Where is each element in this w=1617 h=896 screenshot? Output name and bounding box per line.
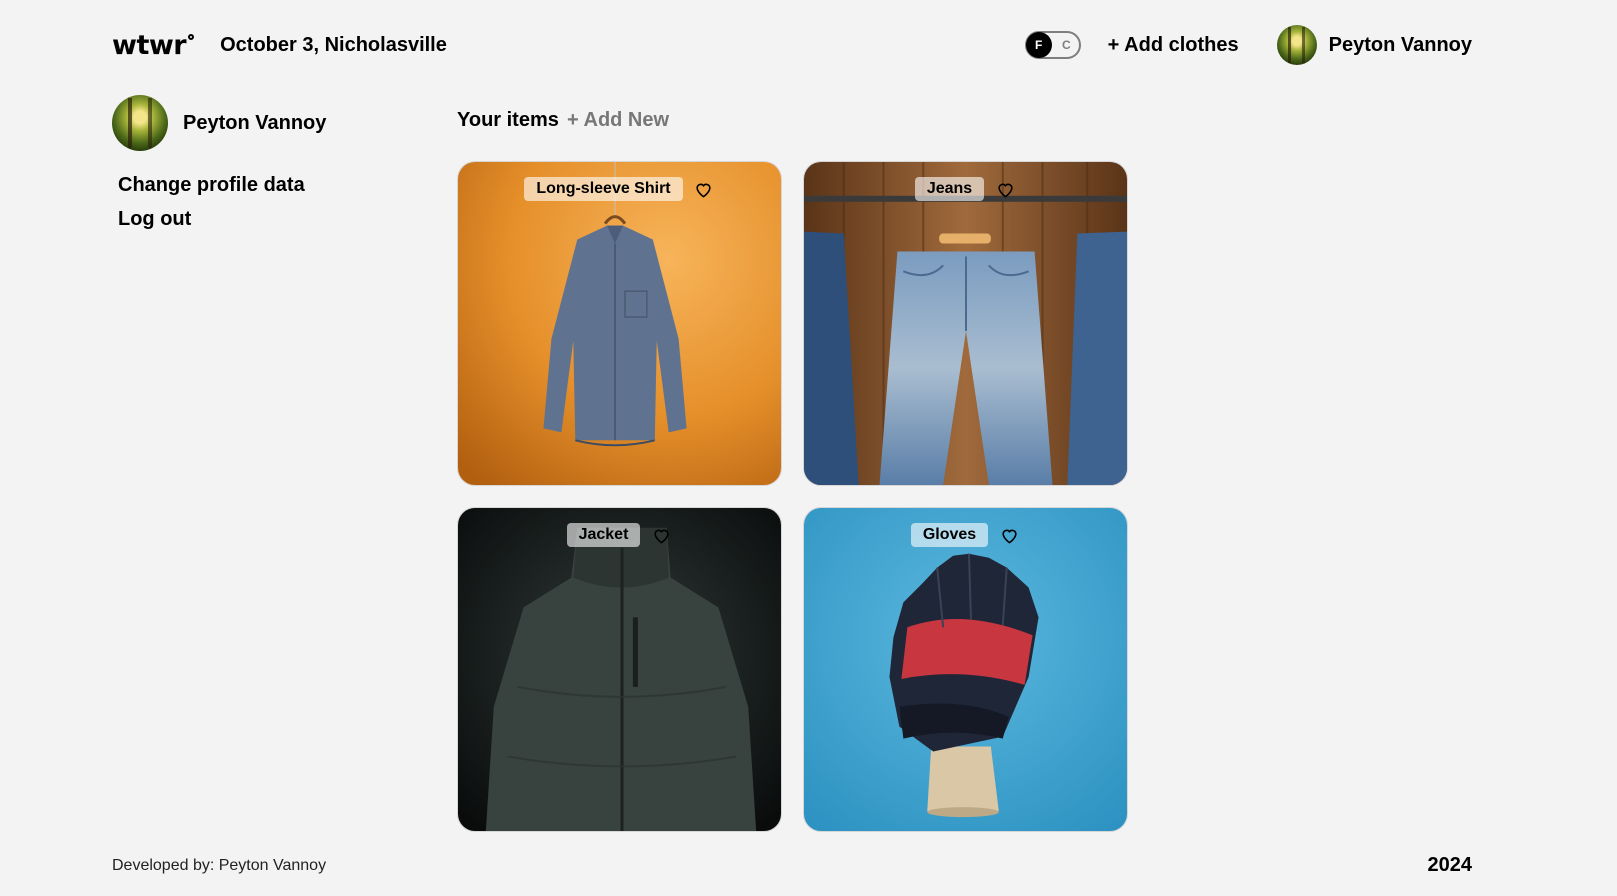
log-out-button[interactable]: Log out — [118, 209, 432, 229]
header-username: Peyton Vannoy — [1328, 33, 1472, 56]
logo-degree-icon — [188, 33, 195, 40]
item-card[interactable]: Long-sleeve Shirt — [457, 161, 782, 486]
item-card[interactable]: Jacket — [457, 507, 782, 832]
items-grid: Long-sleeve Shirt Jeans Jacket Gloves — [457, 161, 1128, 832]
toggle-knob-fahrenheit: F — [1025, 32, 1052, 58]
jeans-photo — [804, 162, 1127, 485]
card-header: Long-sleeve Shirt — [458, 177, 781, 201]
section-title: Your items — [457, 108, 559, 131]
item-card[interactable]: Jeans — [803, 161, 1128, 486]
avatar — [1276, 25, 1317, 65]
like-heart-icon[interactable] — [998, 524, 1020, 546]
gloves-photo — [804, 508, 1127, 831]
footer-year: 2024 — [1427, 854, 1473, 876]
sidebar-avatar — [112, 95, 168, 151]
logo-text: wtwr — [112, 29, 187, 61]
like-heart-icon[interactable] — [693, 178, 715, 200]
developer-credit: Developed by: Peyton Vannoy — [112, 856, 327, 874]
clothes-section: Your items + Add New Long-sleeve Shirt J… — [457, 95, 1128, 832]
add-new-button[interactable]: + Add New — [567, 109, 669, 132]
shirt-photo — [458, 162, 781, 485]
item-card[interactable]: Gloves — [803, 507, 1128, 832]
app-footer: Developed by: Peyton Vannoy 2024 — [112, 854, 1472, 877]
change-profile-data-button[interactable]: Change profile data — [118, 175, 432, 195]
temperature-unit-toggle[interactable]: F C — [1024, 31, 1081, 59]
date-location: October 3, Nicholasville — [220, 33, 447, 56]
like-heart-icon[interactable] — [994, 178, 1016, 200]
item-name: Jeans — [914, 177, 985, 201]
sidebar-user: Peyton Vannoy — [112, 95, 432, 151]
sidebar-links: Change profile data Log out — [118, 175, 432, 229]
card-header: Gloves — [804, 523, 1127, 547]
sidebar-username: Peyton Vannoy — [183, 111, 327, 134]
profile-sidebar: Peyton Vannoy Change profile data Log ou… — [112, 95, 432, 229]
item-name: Gloves — [910, 523, 989, 547]
toggle-celsius-label: C — [1062, 38, 1071, 52]
card-header: Jacket — [458, 523, 781, 547]
app-header: wtwr October 3, Nicholasville F C + Add … — [112, 22, 1472, 68]
header-profile-link[interactable]: Peyton Vannoy — [1276, 25, 1472, 65]
logo[interactable]: wtwr — [112, 29, 195, 61]
card-header: Jeans — [804, 177, 1127, 201]
jacket-photo — [458, 508, 781, 831]
clothes-section-header: Your items + Add New — [457, 95, 1128, 145]
add-clothes-button[interactable]: + Add clothes — [1108, 34, 1239, 57]
item-name: Long-sleeve Shirt — [524, 177, 683, 201]
like-heart-icon[interactable] — [650, 524, 672, 546]
item-name: Jacket — [566, 523, 641, 547]
